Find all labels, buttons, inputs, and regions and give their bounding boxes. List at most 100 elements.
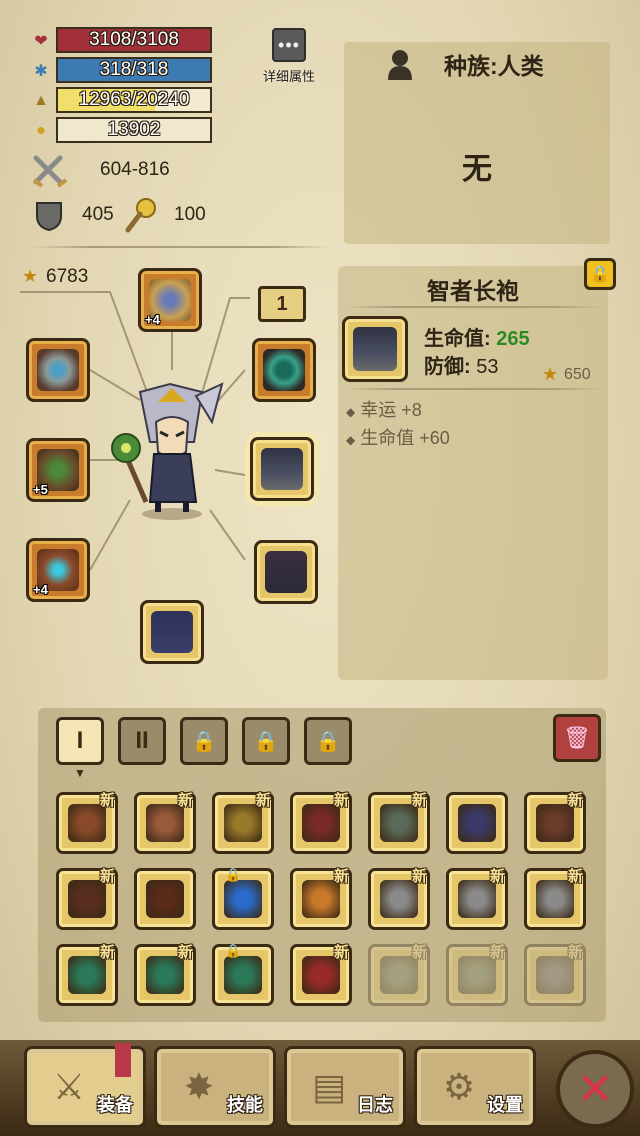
item-score: 650 xyxy=(564,366,591,383)
tab-page-2[interactable]: II xyxy=(118,717,166,765)
bracer-icon xyxy=(146,880,184,918)
race-label: 种族:人类 xyxy=(444,53,544,79)
pants-icon xyxy=(265,551,307,593)
mp-row: ✱ xyxy=(30,58,52,84)
mana-icon: ✱ xyxy=(34,63,48,80)
gold-row: ● xyxy=(30,118,52,144)
game-screen: ❤ 3108/3108 ✱ 318/318 ▲ 12963/20240 ● 13… xyxy=(0,0,640,1136)
journal-icon: ▤ xyxy=(311,1066,346,1107)
weapon-upgrade-level: +5 xyxy=(33,482,48,497)
tab-page-5-locked[interactable]: 🔒 xyxy=(304,717,352,765)
armor-slot[interactable] xyxy=(250,437,314,501)
inventory-slot[interactable]: 新 xyxy=(56,792,118,854)
hp-bar: 3108/3108 xyxy=(56,27,212,53)
weapon-slot[interactable]: +5 xyxy=(26,438,90,502)
star-icon: ★ xyxy=(542,364,559,384)
exp-row: ▲ xyxy=(30,88,52,114)
exp-triangle-icon: ▲ xyxy=(33,92,49,109)
bookmark-icon xyxy=(115,1043,131,1077)
hp-row: ❤ xyxy=(30,28,52,54)
pants-slot[interactable] xyxy=(254,540,318,604)
inventory-slot[interactable]: 新 xyxy=(368,792,430,854)
item-info-panel: 智者长袍 🔒 生命值: 265 防御: 53 ★ 650 ◆ 幸运 +8 ◆ 生… xyxy=(338,258,616,680)
mp-bar: 318/318 xyxy=(56,57,212,83)
divider xyxy=(344,306,602,308)
inventory-slot[interactable] xyxy=(446,792,508,854)
glove-slot[interactable]: +4 xyxy=(26,538,90,602)
new-badge: 新 xyxy=(99,792,115,809)
nav-skills-button[interactable]: ✸ 技能 xyxy=(154,1046,276,1128)
inventory-slot[interactable]: 新 xyxy=(524,868,586,930)
inventory-slot[interactable]: 新 xyxy=(368,868,430,930)
hero-character xyxy=(111,382,224,520)
item-def-line: 防御: 53 xyxy=(424,350,498,379)
new-badge: 新 xyxy=(567,868,583,885)
boots-slot[interactable] xyxy=(140,600,204,664)
shield-icon xyxy=(36,202,62,232)
item-preview xyxy=(342,316,408,382)
close-icon: ✕ xyxy=(576,1064,614,1114)
inventory-slot[interactable]: 新 xyxy=(134,944,196,1006)
axe-icon: ⚔ xyxy=(52,1066,86,1107)
new-badge: 新 xyxy=(567,944,583,961)
helmet-slot[interactable]: +4 xyxy=(138,268,202,332)
bonus-line-1: ◆ 幸运 +8 xyxy=(346,396,422,422)
nav-settings-label: 设置 xyxy=(487,1095,523,1115)
item-def-value: 53 xyxy=(476,356,499,378)
inventory-slot[interactable]: 新 xyxy=(290,944,352,1006)
inventory-slot[interactable]: 新 xyxy=(368,944,430,1006)
inventory-slot[interactable]: 新 xyxy=(446,868,508,930)
tab-page-1[interactable]: I xyxy=(56,717,104,765)
inventory-slot[interactable]: 新 xyxy=(524,792,586,854)
inventory-slot[interactable]: 新 xyxy=(290,868,352,930)
inventory-slot[interactable]: 新 xyxy=(134,792,196,854)
divider xyxy=(30,246,330,248)
slot-level-tag[interactable]: 1 xyxy=(258,286,306,322)
bonus-line-2: ◆ 生命值 +60 xyxy=(346,424,450,450)
bonus-2-text: 生命值 +60 xyxy=(360,428,450,448)
new-badge: 新 xyxy=(99,868,115,885)
inventory-slot[interactable]: 新 xyxy=(290,792,352,854)
close-button[interactable]: ✕ xyxy=(556,1050,634,1128)
trash-icon: 🗑 xyxy=(563,725,591,750)
inventory-slot[interactable]: 新 xyxy=(56,944,118,1006)
resist-value: 100 xyxy=(174,204,206,225)
necklace-slot[interactable] xyxy=(252,338,316,402)
gear-icon: ⚙ xyxy=(442,1066,476,1107)
bonus-1-text: 幸运 +8 xyxy=(360,400,422,420)
inventory-slot[interactable]: 🔒 xyxy=(212,943,274,1006)
race-panel: 种族:人类 无 xyxy=(344,42,610,244)
new-badge: 新 xyxy=(411,792,427,809)
tab-page-3-locked[interactable]: 🔒 xyxy=(180,717,228,765)
detail-attributes-button[interactable]: ••• 详细属性 xyxy=(256,28,322,88)
resist-staff-icon xyxy=(125,198,156,233)
inventory-slot[interactable]: 新 xyxy=(446,944,508,1006)
item-hp-line: 生命值: 265 xyxy=(424,322,530,351)
inventory-slot[interactable]: 新 xyxy=(212,792,274,854)
lock-icon: 🔒 xyxy=(225,867,242,882)
nav-equip-button[interactable]: ⚔ 装备 xyxy=(24,1043,146,1128)
heart-icon: ❤ xyxy=(34,33,48,50)
inventory-slot[interactable]: 新 xyxy=(56,868,118,930)
crystal-bracelet-icon xyxy=(37,349,79,391)
amulet-icon xyxy=(224,880,262,918)
defense-value: 405 xyxy=(82,204,114,225)
tab-page-4-locked[interactable]: 🔒 xyxy=(242,717,290,765)
trash-button[interactable]: 🗑 xyxy=(553,714,601,762)
new-badge: 新 xyxy=(411,944,427,961)
attack-value: 604-816 xyxy=(100,159,170,180)
inventory-slot[interactable] xyxy=(134,868,196,930)
new-badge: 新 xyxy=(489,868,505,885)
inventory-slot[interactable]: 新 xyxy=(524,944,586,1006)
detail-attributes-label: 详细属性 xyxy=(262,69,315,84)
new-badge: 新 xyxy=(411,868,427,885)
ring-icon xyxy=(224,956,262,994)
new-badge: 新 xyxy=(489,944,505,961)
inventory-slot[interactable]: 🔒 xyxy=(212,867,274,930)
accessory-slot[interactable] xyxy=(26,338,90,402)
new-badge: 新 xyxy=(255,792,271,809)
nav-log-button[interactable]: ▤ 日志 xyxy=(284,1046,406,1128)
nav-settings-button[interactable]: ⚙ 设置 xyxy=(414,1046,536,1128)
lock-icon[interactable]: 🔒 xyxy=(584,258,616,290)
item-hp-label: 生命值: xyxy=(424,328,491,350)
